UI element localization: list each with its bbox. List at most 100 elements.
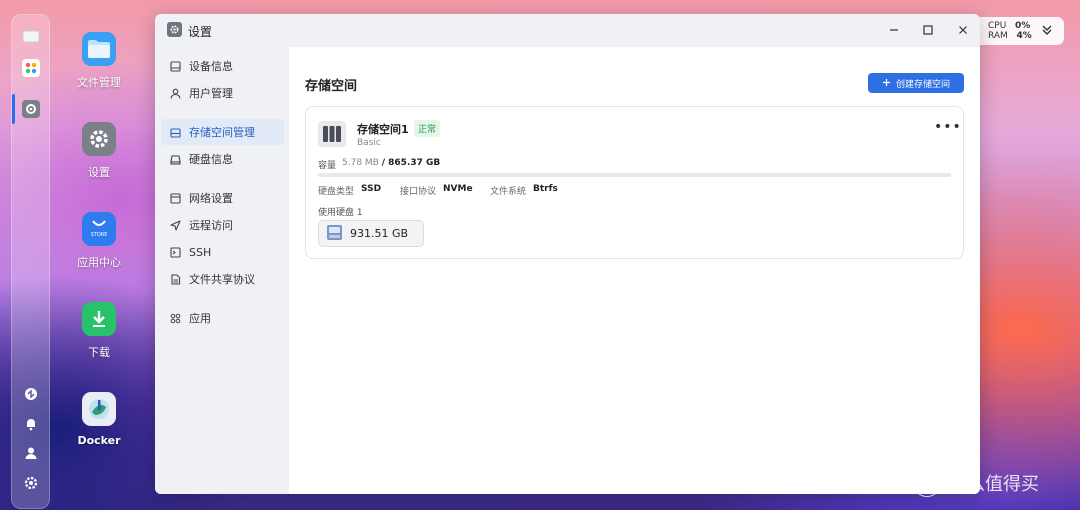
used-disks-label: 使用硬盘 1 — [318, 208, 363, 218]
main-content: 存储空间 创建存储空间 存储空间1 正常 Basic ••• 容量 5.78 M… — [289, 47, 980, 494]
maximize-icon[interactable] — [920, 22, 936, 38]
sidebar-item-label: 应用 — [189, 312, 211, 325]
settings-sidebar: 设备信息 用户管理 存储空间管理 硬盘信息 网络设置 远程访问 SSH 文件共享… — [155, 47, 289, 494]
sidebar-item-label: 网络设置 — [189, 192, 233, 205]
ram-value: 4% — [1016, 31, 1032, 41]
sidebar-item-label: 用户管理 — [189, 87, 233, 100]
system-monitor-widget[interactable]: CPU 0% RAM 4% — [970, 17, 1064, 45]
gear-icon — [82, 122, 116, 156]
bell-icon[interactable] — [21, 414, 41, 434]
ram-label: RAM — [988, 31, 1008, 41]
ssd-drive-icon — [326, 224, 343, 244]
user-dock-icon[interactable] — [21, 443, 41, 463]
terminal-icon — [169, 246, 181, 258]
dock — [11, 14, 50, 509]
capacity-total: / 865.37 GB — [381, 158, 441, 168]
sidebar-item-network[interactable]: 网络设置 — [161, 185, 284, 211]
sidebar-item-file-sharing[interactable]: 文件共享协议 — [161, 266, 284, 292]
title-bar: 设置 — [155, 14, 980, 47]
desktop-icon-label: 文件管理 — [77, 76, 121, 89]
dock-active-indicator — [12, 94, 15, 124]
settings-window: 设置 设备信息 用户管理 存储空间管理 硬盘信息 网络设置 远程访问 SSH 文… — [155, 14, 980, 494]
sidebar-item-remote[interactable]: 远程访问 — [161, 212, 284, 238]
filesystem-label: 文件系统 — [490, 187, 527, 197]
desktop-icon-docker[interactable]: Docker — [54, 392, 144, 447]
sidebar-item-label: 远程访问 — [189, 219, 233, 232]
plus-icon — [882, 78, 891, 89]
storage-volume-icon — [318, 121, 346, 147]
volume-name: 存储空间1 — [357, 123, 409, 136]
interface-spec: 接口协议 NVMe — [400, 184, 473, 197]
sidebar-item-label: 文件共享协议 — [189, 273, 255, 286]
window-title: 设置 — [188, 25, 213, 39]
storage-icon — [169, 126, 181, 138]
file-icon — [169, 273, 181, 285]
gear-dock-icon[interactable] — [21, 473, 41, 493]
sidebar-item-label: 设备信息 — [189, 60, 233, 73]
sidebar-item-label: SSH — [189, 245, 212, 259]
desktop-icon-store[interactable]: STORE 应用中心 — [54, 212, 144, 270]
watermark-badge: 值 — [913, 469, 941, 497]
disk-chip[interactable]: 931.51 GB — [318, 220, 424, 247]
page-title: 存储空间 — [305, 79, 358, 94]
status-badge: 正常 — [414, 120, 441, 137]
store-icon: STORE — [82, 212, 116, 246]
settings-dock-icon[interactable] — [21, 99, 41, 119]
desktop-icon-label: 应用中心 — [77, 256, 121, 269]
sidebar-item-users[interactable]: 用户管理 — [161, 80, 284, 106]
disk-icon — [169, 153, 181, 165]
watermark: 值 什么值得买 — [913, 469, 1039, 497]
send-icon — [169, 219, 181, 231]
sidebar-item-device-info[interactable]: 设备信息 — [161, 53, 284, 79]
sidebar-item-label: 硬盘信息 — [189, 153, 233, 166]
store-badge: STORE — [90, 232, 108, 238]
ram-readout: RAM 4% — [988, 31, 1032, 41]
close-icon[interactable] — [955, 22, 971, 38]
desktop-icon-label: 下载 — [88, 346, 110, 359]
create-storage-label: 创建存储空间 — [895, 78, 950, 89]
sidebar-item-storage[interactable]: 存储空间管理 — [161, 119, 284, 145]
disk-type-value: SSD — [361, 184, 382, 194]
disk-type-label: 硬盘类型 — [318, 187, 355, 197]
chevrons-down-icon[interactable] — [1042, 24, 1052, 39]
desktop-icon-download[interactable]: 下载 — [54, 302, 144, 360]
sync-icon[interactable] — [21, 384, 41, 404]
user-icon — [169, 87, 181, 99]
filesystem-value: Btrfs — [533, 184, 558, 194]
capacity-used: 5.78 MB — [342, 158, 379, 168]
cpu-readout: CPU 0% — [988, 21, 1030, 31]
monitor-icon[interactable] — [21, 28, 41, 48]
device-icon — [169, 60, 181, 72]
settings-app-icon — [167, 22, 182, 37]
desktop-icon-settings[interactable]: 设置 — [54, 122, 144, 180]
sidebar-item-apps[interactable]: 应用 — [161, 305, 284, 331]
sidebar-item-ssh[interactable]: SSH — [161, 239, 284, 265]
volume-type: Basic — [357, 138, 381, 148]
download-icon — [82, 302, 116, 336]
interface-value: NVMe — [443, 184, 473, 194]
capacity-row: 容量 5.78 MB / 865.37 GB — [318, 158, 440, 171]
filesystem-spec: 文件系统 Btrfs — [490, 184, 558, 197]
minimize-icon[interactable] — [886, 22, 902, 38]
desktop-icon-files[interactable]: 文件管理 — [54, 32, 144, 90]
create-storage-button[interactable]: 创建存储空间 — [868, 73, 964, 93]
cpu-value: 0% — [1015, 21, 1031, 31]
cpu-label: CPU — [988, 21, 1007, 31]
app-grid-icon[interactable] — [21, 58, 41, 78]
apps-icon — [169, 312, 181, 324]
desktop-icon-label: Docker — [77, 434, 121, 447]
network-icon — [169, 192, 181, 204]
capacity-bar — [318, 173, 951, 177]
docker-icon — [82, 392, 116, 426]
desktop-icon-label: 设置 — [88, 166, 110, 179]
capacity-label: 容量 — [318, 161, 337, 171]
sidebar-item-disk-info[interactable]: 硬盘信息 — [161, 146, 284, 172]
disk-type-spec: 硬盘类型 SSD — [318, 184, 381, 197]
disk-size: 931.51 GB — [350, 227, 409, 240]
storage-volume-card[interactable]: 存储空间1 正常 Basic ••• 容量 5.78 MB / 865.37 G… — [305, 106, 964, 259]
interface-label: 接口协议 — [400, 187, 437, 197]
folder-icon — [82, 32, 116, 66]
watermark-text: 什么值得买 — [949, 474, 1039, 495]
sidebar-item-label: 存储空间管理 — [189, 126, 255, 139]
more-options-icon[interactable]: ••• — [934, 119, 962, 135]
